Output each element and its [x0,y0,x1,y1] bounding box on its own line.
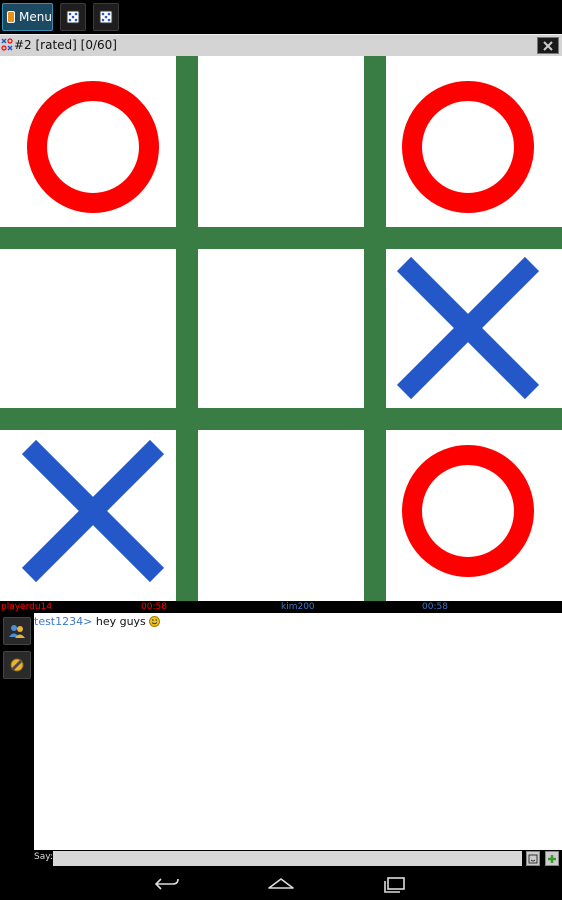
board-cell[interactable] [201,67,361,227]
close-icon [543,40,553,51]
chat-message: test1234> hey guys [34,615,562,628]
system-navigation-bar [0,867,562,900]
tictactoe-icon [1,38,13,51]
settings-icon [10,658,24,672]
game-title-bar: #2 [rated] [0/60] [0,34,562,56]
action-bar: Menu [0,0,562,34]
tictactoe-grid [0,56,562,601]
board-cell[interactable] [201,248,361,408]
board-cell[interactable] [201,431,361,591]
board-cell[interactable] [388,248,548,408]
board-cell[interactable] [13,248,173,408]
users-icon [9,625,25,638]
plus-icon [548,854,556,863]
dice-icon [99,10,113,24]
say-label: Say: [34,852,53,862]
chat-input[interactable] [53,851,522,866]
app-menu-icon [7,11,16,23]
player1-name: playerdu14 [1,602,53,612]
dice-button-2[interactable] [93,3,119,31]
player-info-bar: playerdu14 00:58 kim200 00:58 [0,601,562,613]
smiley-icon [149,616,161,627]
menu-label: Menu [19,10,52,24]
game-title: #2 [rated] [0/60] [14,38,117,52]
back-icon[interactable] [153,875,181,893]
settings-button[interactable] [3,651,31,679]
board-cells [13,67,548,591]
board-cell[interactable] [388,67,548,227]
chat-log: test1234> hey guys [34,613,562,850]
recent-apps-icon[interactable] [381,875,409,893]
chat-username: test1234> [34,615,93,628]
board-cell[interactable] [13,431,173,591]
grid-line-horizontal [0,408,562,430]
chat-text: hey guys [95,615,146,628]
emoji-icon [528,854,538,863]
game-board [0,56,562,601]
player2-name: kim200 [281,602,315,612]
home-icon[interactable] [267,875,295,893]
menu-button[interactable]: Menu [2,3,53,31]
grid-line-horizontal [0,227,562,249]
close-button[interactable] [537,37,559,54]
dice-icon [66,10,80,24]
chat-sidebar [0,613,34,867]
dice-button-1[interactable] [60,3,86,31]
board-cell[interactable] [388,431,548,591]
chat-input-bar: Say: [34,850,562,867]
send-button[interactable] [545,851,559,866]
users-button[interactable] [3,617,31,645]
board-cell[interactable] [13,67,173,227]
player1-timer: 00:58 [141,602,167,612]
player2-timer: 00:58 [422,602,448,612]
grid-line-vertical [176,56,198,601]
grid-line-vertical [364,56,386,601]
emoji-button[interactable] [526,851,540,866]
